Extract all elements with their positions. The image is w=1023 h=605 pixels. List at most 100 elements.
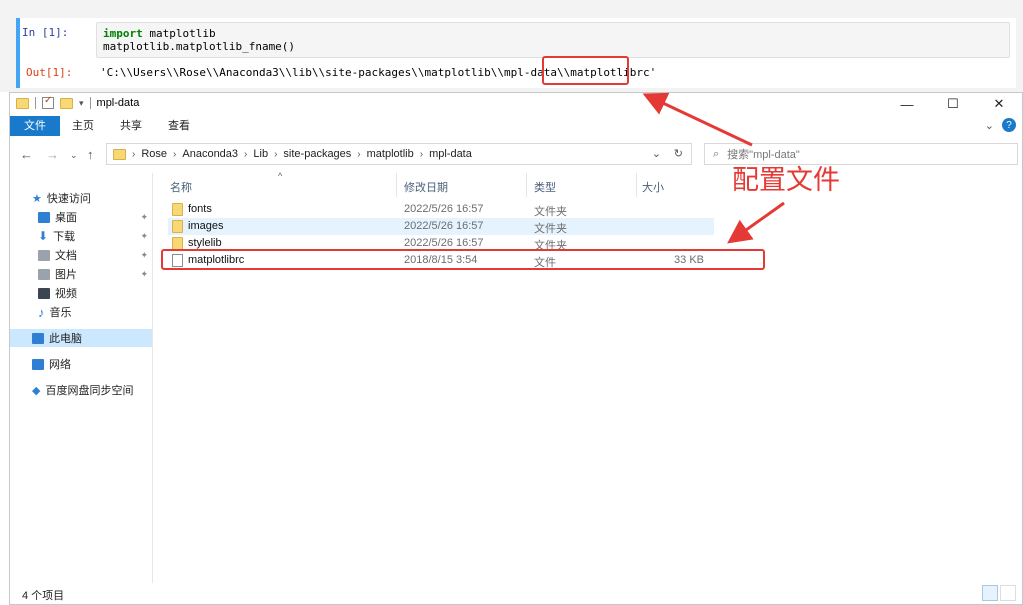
documents-icon [38, 249, 50, 261]
status-bar: 4 个项目 [10, 583, 1022, 605]
divider [89, 97, 91, 109]
code-line-2: matplotlib.matplotlib_fname() [103, 40, 296, 53]
tab-file[interactable]: 文件 [10, 116, 60, 136]
title-bar: ▾ mpl-data — ☐ ✕ [10, 93, 1022, 115]
folder-icon [172, 220, 183, 233]
file-row-fonts[interactable]: fonts 2022/5/26 16:57 文件夹 [168, 201, 714, 218]
column-divider[interactable] [396, 173, 397, 197]
minimize-button[interactable]: — [884, 93, 930, 115]
breadcrumb-anaconda3[interactable]: Anaconda3 [182, 148, 238, 160]
download-arrow-icon: ⬇ [38, 229, 49, 243]
sidebar-item-music[interactable]: ♪ 音乐 [10, 303, 152, 321]
column-header-date[interactable]: 修改日期 [404, 179, 448, 197]
tab-view[interactable]: 查看 [158, 116, 200, 136]
pane-divider[interactable] [152, 173, 153, 583]
sidebar-item-label: 文档 [55, 250, 77, 262]
new-folder-icon[interactable] [60, 97, 73, 109]
computer-icon [32, 332, 44, 344]
customize-toolbar-icon[interactable]: ▾ [79, 98, 84, 109]
jupyter-notebook: In [1]: import matplotlib matplotlib.mat… [0, 0, 1023, 92]
back-arrow-icon[interactable]: ← [20, 147, 33, 162]
sidebar-item-downloads[interactable]: ⬇ 下载 ✦ [10, 227, 152, 245]
chevron-right-icon[interactable]: › [244, 149, 247, 160]
column-divider[interactable] [636, 173, 637, 197]
code-line-1: import matplotlib [103, 27, 1003, 40]
expand-ribbon-icon[interactable]: ⌄ [985, 119, 994, 132]
file-row-images[interactable]: images 2022/5/26 16:57 文件夹 [168, 218, 714, 235]
chevron-right-icon[interactable]: › [132, 149, 135, 160]
chevron-right-icon[interactable]: › [357, 149, 360, 160]
file-type: 文件夹 [534, 206, 567, 218]
baidu-cloud-icon: ◆ [32, 384, 41, 397]
pin-icon[interactable]: ✦ [140, 269, 148, 280]
divider [35, 97, 36, 109]
sidebar-item-quick-access[interactable]: ★ 快速访问 [32, 189, 174, 207]
chevron-down-icon[interactable]: ⌄ [652, 147, 661, 160]
code-keyword: import [103, 27, 143, 40]
pin-icon[interactable]: ✦ [140, 250, 148, 261]
file-type: 文件夹 [534, 223, 567, 235]
breadcrumb-mpl-data[interactable]: mpl-data [429, 148, 472, 160]
sidebar-item-pictures[interactable]: 图片 ✦ [10, 265, 152, 283]
sidebar-item-this-pc[interactable]: 此电脑 [10, 329, 152, 347]
sidebar-item-label: 下载 [53, 231, 76, 243]
file-name: stylelib [188, 237, 222, 249]
close-button[interactable]: ✕ [976, 93, 1022, 115]
forward-arrow-icon[interactable]: → [46, 147, 59, 162]
sidebar-item-baidu-sync[interactable]: ◆ 百度网盘同步空间 [10, 381, 152, 399]
maximize-button[interactable]: ☐ [930, 93, 976, 115]
pin-icon[interactable]: ✦ [140, 212, 148, 223]
file-date: 2022/5/26 16:57 [404, 237, 484, 249]
large-icons-view-button[interactable] [1000, 585, 1016, 601]
address-bar-row: ← → ⌄ ↑ › Rose › Anaconda3 › Lib › site-… [10, 141, 1022, 169]
recent-locations-icon[interactable]: ⌄ [70, 150, 78, 161]
pin-icon[interactable]: ✦ [140, 231, 148, 242]
network-icon [32, 358, 44, 370]
folder-icon [113, 148, 126, 160]
folder-icon [16, 97, 29, 109]
breadcrumb-lib[interactable]: Lib [253, 148, 268, 160]
chevron-right-icon[interactable]: › [274, 149, 277, 160]
chevron-right-icon[interactable]: › [173, 149, 176, 160]
column-header-name[interactable]: 名称 [170, 179, 192, 197]
details-view-button[interactable] [982, 585, 998, 601]
file-explorer-window: ▾ mpl-data — ☐ ✕ 文件 主页 共享 查看 ⌄ ? ← → ⌄ ↑… [9, 92, 1023, 605]
sidebar-item-network[interactable]: 网络 [10, 355, 152, 373]
file-date: 2022/5/26 16:57 [404, 203, 484, 215]
tab-home[interactable]: 主页 [62, 116, 104, 136]
address-bar[interactable]: › Rose › Anaconda3 › Lib › site-packages… [106, 143, 692, 165]
videos-icon [38, 287, 50, 299]
star-icon: ★ [32, 192, 42, 205]
breadcrumb-site-packages[interactable]: site-packages [283, 148, 351, 160]
column-header-size[interactable]: 大小 [642, 179, 664, 197]
music-note-icon: ♪ [38, 304, 45, 320]
window-title: mpl-data [96, 97, 140, 109]
file-date: 2022/5/26 16:57 [404, 220, 484, 232]
column-divider[interactable] [526, 173, 527, 197]
chevron-right-icon[interactable]: › [420, 149, 423, 160]
item-count: 4 个项目 [22, 590, 65, 602]
breadcrumb-matplotlib[interactable]: matplotlib [367, 148, 414, 160]
sidebar-item-label: 网络 [49, 359, 71, 371]
folder-icon [172, 203, 183, 216]
sidebar-item-label: 快速访问 [46, 193, 91, 205]
file-name: fonts [188, 203, 212, 215]
sidebar-item-label: 图片 [55, 269, 77, 281]
breadcrumb-rose[interactable]: Rose [141, 148, 167, 160]
code-editor[interactable]: import matplotlib matplotlib.matplotlib_… [96, 22, 1010, 58]
sidebar-item-documents[interactable]: 文档 ✦ [10, 246, 152, 264]
up-arrow-icon[interactable]: ↑ [87, 147, 94, 162]
sidebar-item-label: 此电脑 [49, 333, 82, 345]
sidebar-item-desktop[interactable]: 桌面 ✦ [10, 208, 152, 226]
properties-icon[interactable] [42, 95, 54, 109]
desktop-icon [38, 211, 50, 223]
tab-share[interactable]: 共享 [110, 116, 152, 136]
sidebar-item-label: 桌面 [55, 212, 77, 224]
column-header-type[interactable]: 类型 [534, 179, 556, 197]
refresh-icon[interactable]: ↻ [674, 147, 683, 160]
highlight-matplotlibrc-row [161, 249, 765, 270]
help-icon[interactable]: ? [1002, 118, 1016, 132]
sidebar-item-videos[interactable]: 视频 [10, 284, 152, 302]
code-line-1-rest: matplotlib [142, 27, 216, 40]
pictures-icon [38, 268, 50, 280]
